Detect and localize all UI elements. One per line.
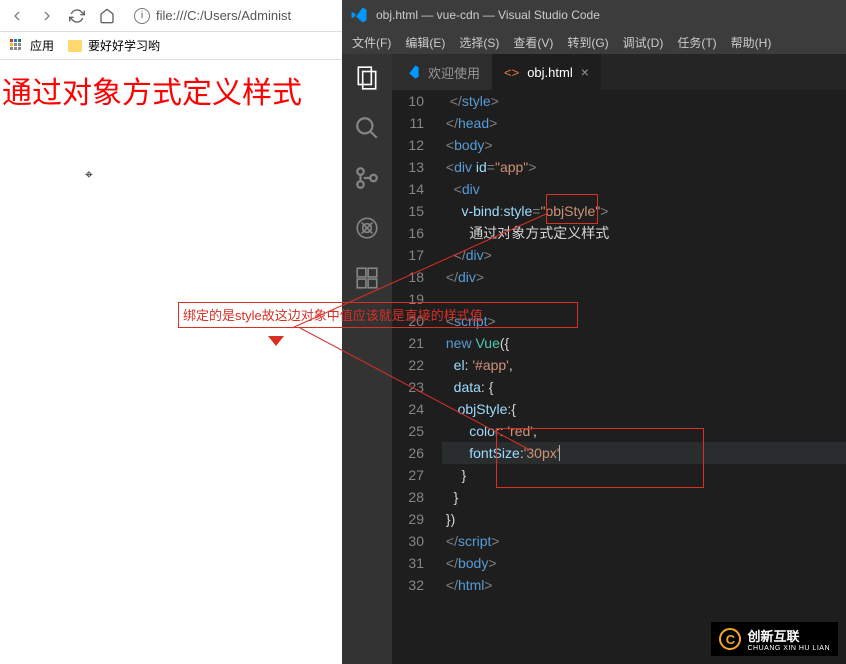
bookmark-label: 要好好学习哟 bbox=[88, 37, 160, 54]
menu-tasks[interactable]: 任务(T) bbox=[673, 32, 720, 53]
code-content: </style> </head> <body> <div id="app"> <… bbox=[438, 90, 846, 664]
url-text: file:///C:/Users/Administ bbox=[156, 8, 291, 23]
apps-label: 应用 bbox=[30, 37, 54, 54]
folder-icon bbox=[68, 40, 82, 52]
debug-icon[interactable] bbox=[353, 214, 381, 242]
reload-icon[interactable] bbox=[68, 7, 86, 25]
home-icon[interactable] bbox=[98, 7, 116, 25]
watermark-brand: 创新互联 bbox=[747, 626, 830, 645]
window-title: obj.html — vue-cdn — Visual Studio Code bbox=[376, 8, 600, 22]
line-gutter: 1011121314151617181920212223242526272829… bbox=[392, 90, 438, 664]
cursor-icon: ⌖ bbox=[85, 166, 93, 183]
apps-icon bbox=[10, 39, 24, 53]
annotation-text: 绑定的是style故这边对象中值应该就是直接的样式值 bbox=[178, 302, 578, 328]
menu-select[interactable]: 选择(S) bbox=[455, 32, 503, 53]
bookmark-item[interactable]: 要好好学习哟 bbox=[68, 37, 160, 54]
back-icon[interactable] bbox=[8, 7, 26, 25]
explorer-icon[interactable] bbox=[353, 64, 381, 92]
code-editor[interactable]: 1011121314151617181920212223242526272829… bbox=[392, 90, 846, 664]
menu-help[interactable]: 帮助(H) bbox=[727, 32, 776, 53]
vscode-logo-icon bbox=[350, 6, 368, 24]
forward-icon[interactable] bbox=[38, 7, 56, 25]
tab-label: 欢迎使用 bbox=[428, 63, 480, 82]
close-icon[interactable]: × bbox=[581, 64, 589, 80]
url-bar[interactable]: i file:///C:/Users/Administ bbox=[134, 8, 291, 24]
source-control-icon[interactable] bbox=[353, 164, 381, 192]
activity-bar bbox=[342, 54, 392, 664]
tab-welcome[interactable]: 欢迎使用 bbox=[392, 54, 492, 90]
menu-view[interactable]: 查看(V) bbox=[509, 32, 557, 53]
menu-debug[interactable]: 调试(D) bbox=[619, 32, 668, 53]
tab-obj-html[interactable]: <> obj.html × bbox=[492, 54, 601, 90]
watermark-sub: CHUANG XIN HU LIAN bbox=[747, 645, 830, 652]
tab-label: obj.html bbox=[527, 65, 573, 80]
vscode-tab-icon bbox=[404, 64, 420, 80]
html-file-icon: <> bbox=[504, 65, 519, 80]
extensions-icon[interactable] bbox=[353, 264, 381, 292]
info-icon[interactable]: i bbox=[134, 8, 150, 24]
title-bar: obj.html — vue-cdn — Visual Studio Code bbox=[342, 0, 846, 30]
menu-bar: 文件(F) 编辑(E) 选择(S) 查看(V) 转到(G) 调试(D) 任务(T… bbox=[342, 30, 846, 54]
menu-file[interactable]: 文件(F) bbox=[348, 32, 395, 53]
watermark-logo-icon: C bbox=[719, 628, 741, 650]
menu-goto[interactable]: 转到(G) bbox=[563, 32, 612, 53]
search-icon[interactable] bbox=[353, 114, 381, 142]
watermark: C 创新互联 CHUANG XIN HU LIAN bbox=[711, 622, 838, 656]
editor-tabs: 欢迎使用 <> obj.html × bbox=[392, 54, 846, 90]
vscode-window: obj.html — vue-cdn — Visual Studio Code … bbox=[342, 0, 846, 664]
menu-edit[interactable]: 编辑(E) bbox=[401, 32, 449, 53]
apps-button[interactable]: 应用 bbox=[10, 37, 54, 54]
